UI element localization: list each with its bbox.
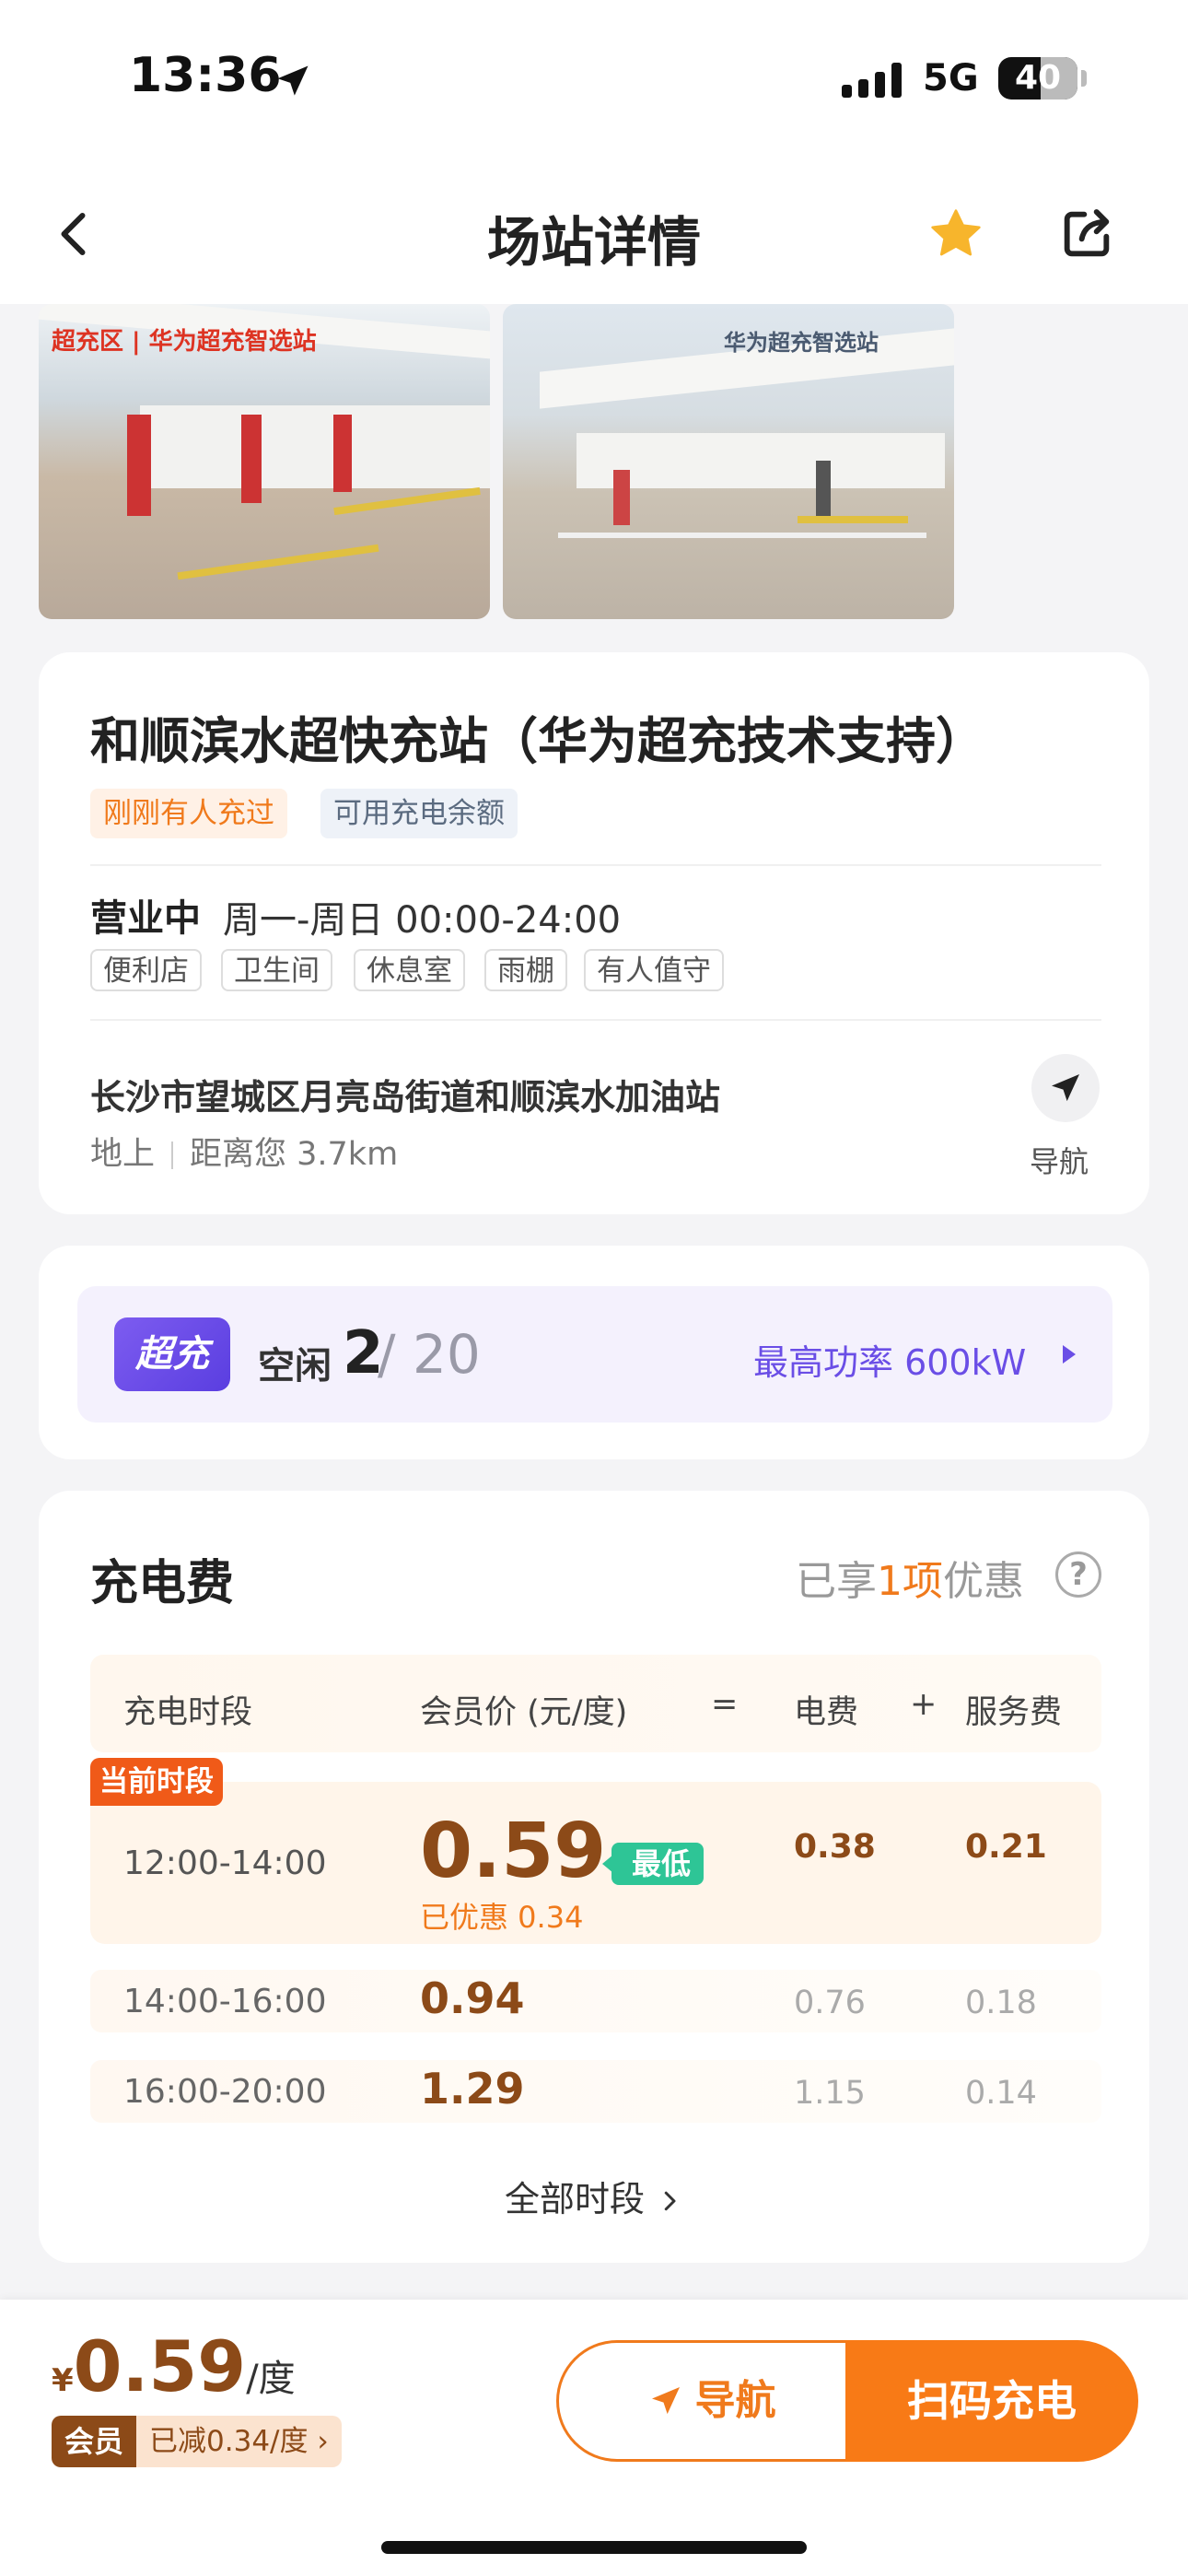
chevron-right-icon — [664, 2191, 676, 2211]
discount-suffix: 优惠 — [943, 1558, 1024, 1605]
idle-label: 空闲 — [258, 1345, 332, 1388]
row-electricity-fee: 1.15 — [794, 2075, 866, 2112]
row-time: 14:00-16:00 — [123, 1983, 327, 2020]
battery-level: 40 — [1014, 59, 1062, 97]
photo-sign-text: 超充区 | 华为超充智选站 — [52, 328, 317, 356]
open-status: 营业中 — [90, 897, 201, 940]
member-discount: 已减0.34/度 › — [136, 2416, 342, 2467]
divider — [90, 864, 1101, 866]
amenity-tag: 有人值守 — [584, 949, 724, 991]
row-service-fee: 0.14 — [965, 2075, 1037, 2112]
all-periods-link[interactable]: 全部时段 — [0, 2171, 1188, 2221]
row-member-price: 0.94 — [420, 1973, 525, 2023]
status-time: 13:36 — [129, 48, 282, 103]
navigate-button[interactable] — [1031, 1054, 1100, 1122]
column-period: 充电时段 — [123, 1694, 253, 1731]
lowest-badge: 最低 — [601, 1843, 705, 1885]
station-photo-1[interactable]: 超充区 | 华为超充智选站 — [39, 304, 490, 619]
station-name: 和顺滨水超快充站（华为超充技术支持） — [90, 712, 985, 770]
battery-cap — [1081, 70, 1087, 87]
divider — [90, 1019, 1101, 1021]
column-plus: + — [910, 1686, 938, 1723]
tag-recently-charged: 刚刚有人充过 — [90, 789, 287, 838]
navigation-arrow-icon — [651, 2387, 680, 2415]
navigate-label[interactable]: 导航 — [1030, 1139, 1089, 1181]
bottom-price: ¥0.59/度 — [52, 2325, 296, 2407]
currency-symbol: ¥ — [52, 2362, 74, 2399]
row-electricity-fee: 0.38 — [794, 1828, 876, 1866]
row-time: 12:00-14:00 — [123, 1844, 327, 1882]
supercharge-badge: 超充 — [114, 1317, 230, 1391]
all-periods-label: 全部时段 — [504, 2179, 645, 2219]
navigate-bottom-button[interactable]: 导航 — [556, 2340, 864, 2462]
home-indicator — [381, 2541, 807, 2554]
price-unit: /度 — [246, 2358, 296, 2400]
battery-icon: 40 — [998, 57, 1077, 100]
column-service: 服务费 — [965, 1694, 1063, 1731]
amenity-tag: 卫生间 — [221, 949, 332, 991]
navigate-button-label: 导航 — [694, 2377, 776, 2424]
location-arrow-icon — [277, 65, 309, 96]
amenity-tag: 便利店 — [90, 949, 202, 991]
row-service-fee: 0.18 — [965, 1985, 1037, 2021]
share-icon[interactable] — [1057, 205, 1116, 263]
business-hours: 周一-周日 00:00-24:00 — [223, 899, 622, 942]
total-count: / 20 — [378, 1323, 481, 1386]
row-time: 16:00-20:00 — [123, 2073, 327, 2111]
distance-label: 距离您 3.7km — [190, 1136, 399, 1173]
row-member-price: 0.59 — [420, 1808, 607, 1895]
discount-prefix: 已享 — [796, 1558, 877, 1605]
amenity-tag: 雨棚 — [484, 949, 567, 991]
navigation-arrow-icon — [1052, 1074, 1079, 1102]
star-favorite-icon[interactable] — [926, 205, 985, 263]
member-label: 会员 — [52, 2416, 137, 2467]
column-equals: = — [711, 1686, 739, 1723]
row-electricity-fee: 0.76 — [794, 1985, 866, 2021]
tag-balance: 可用充电余额 — [320, 789, 518, 838]
pricing-title: 充电费 — [90, 1556, 235, 1611]
discount-summary[interactable]: 已享1项优惠 — [796, 1548, 1024, 1607]
signal-icon — [842, 63, 902, 98]
column-electricity: 电费 — [794, 1694, 859, 1731]
station-photo-2[interactable]: 华为超充智选站 — [503, 304, 954, 619]
page-title: 场站详情 — [486, 211, 701, 274]
current-period-badge: 当前时段 — [90, 1758, 223, 1806]
price-value: 0.59 — [73, 2325, 247, 2407]
scan-charge-button[interactable]: 扫码充电 — [845, 2340, 1138, 2462]
station-address: 长沙市望城区月亮岛街道和顺滨水加油站 — [90, 1077, 721, 1118]
chevron-right-icon[interactable] — [1063, 1345, 1076, 1364]
row-service-fee: 0.21 — [965, 1828, 1047, 1866]
row-saved: 已优惠 0.34 — [420, 1900, 584, 1935]
floor-distance: 地上 距离您 3.7km — [90, 1128, 398, 1175]
network-type: 5G — [923, 57, 979, 100]
max-power: 最高功率 600kW — [753, 1342, 1027, 1383]
photo-sign-text: 华为超充智选站 — [724, 330, 879, 356]
amenity-tag: 休息室 — [354, 949, 465, 991]
member-discount-text: 已减0.34/度 — [149, 2425, 309, 2458]
floor-label: 地上 — [90, 1136, 156, 1173]
help-question-icon[interactable]: ? — [1055, 1551, 1101, 1598]
column-member-price: 会员价 (元/度) — [420, 1694, 628, 1731]
member-discount-badge[interactable]: 会员 已减0.34/度 › — [52, 2416, 342, 2467]
discount-count: 1项 — [877, 1558, 943, 1605]
row-member-price: 1.29 — [420, 2064, 525, 2113]
